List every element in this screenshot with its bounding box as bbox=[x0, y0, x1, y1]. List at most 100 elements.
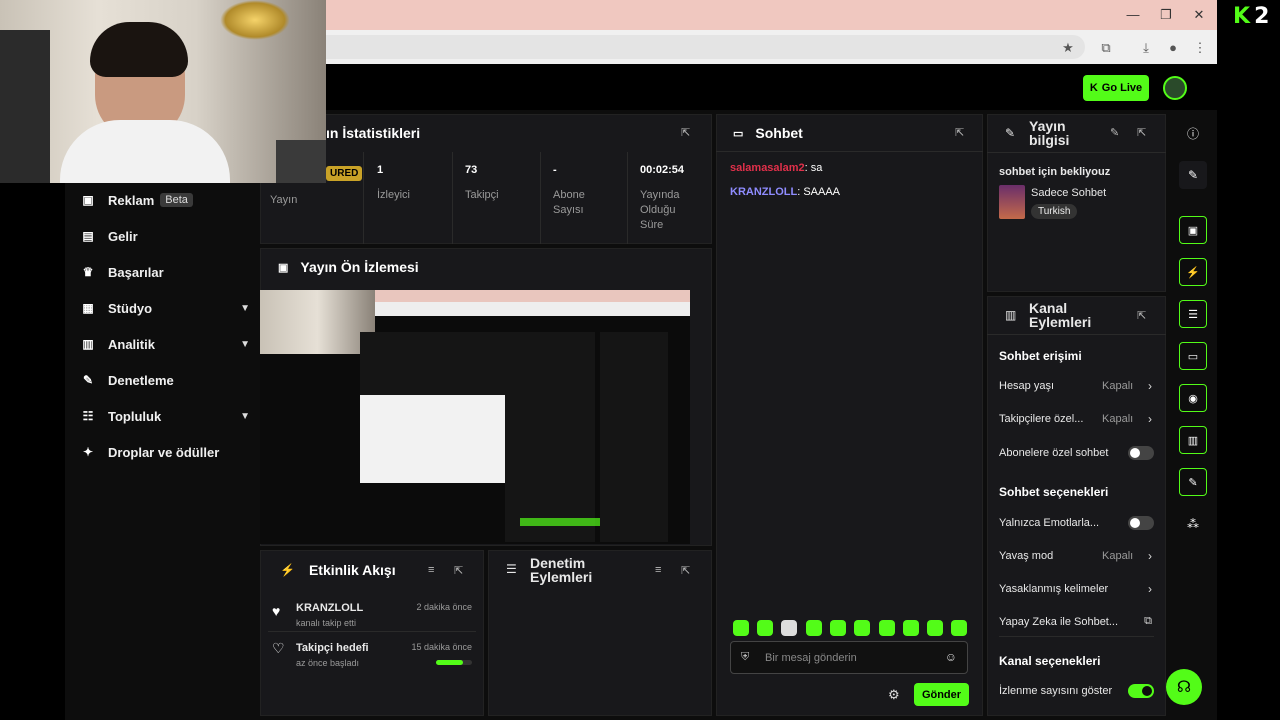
emote-icon[interactable] bbox=[879, 620, 895, 636]
filter-icon[interactable]: ≡ bbox=[428, 564, 434, 576]
divider bbox=[987, 152, 1166, 153]
popout-icon[interactable]: ⇱ bbox=[955, 126, 964, 139]
list-icon[interactable]: ☰ bbox=[1179, 300, 1207, 328]
profile-avatar-icon[interactable]: ● bbox=[1163, 38, 1183, 58]
stat-cell-subs: - Abone Sayısı bbox=[541, 152, 628, 244]
avatar[interactable] bbox=[1163, 76, 1187, 100]
bolt-icon: ⚡ bbox=[280, 563, 295, 577]
channel-actions-title: Kanal Eylemleri bbox=[1029, 300, 1092, 330]
emote-icon[interactable] bbox=[781, 620, 797, 636]
webcam-overlay bbox=[0, 0, 326, 183]
maximize-icon[interactable]: ❐ bbox=[1157, 6, 1175, 24]
sidebar-item-gelir[interactable]: ▤ Gelir bbox=[80, 224, 250, 248]
edit-icon[interactable]: ✎ bbox=[1179, 161, 1207, 189]
chevron-right-icon: › bbox=[1148, 379, 1152, 393]
minimize-icon[interactable]: — bbox=[1124, 6, 1142, 24]
close-icon[interactable]: ✕ bbox=[1190, 6, 1208, 24]
gift-icon: ✦ bbox=[82, 445, 94, 459]
stat-cell-viewers: 1 İzleyici bbox=[365, 152, 453, 244]
emote-only-toggle[interactable] bbox=[1128, 516, 1154, 530]
chat-icon: ▭ bbox=[733, 127, 744, 140]
goal-progress-bar bbox=[436, 660, 472, 665]
emote-icon[interactable] bbox=[854, 620, 870, 636]
emote-icon[interactable] bbox=[733, 620, 749, 636]
sidebar-item-analitik[interactable]: ▥ Analitik ▼ bbox=[80, 332, 250, 356]
sidebar-item-denetleme[interactable]: ✎ Denetleme bbox=[80, 368, 250, 392]
menu-kebab-icon[interactable]: ⋮ bbox=[1190, 38, 1210, 58]
extensions-icon[interactable]: ⧉ bbox=[1096, 38, 1116, 58]
popout-icon[interactable]: ⇱ bbox=[681, 126, 690, 139]
go-live-button[interactable]: K Go Live bbox=[1083, 75, 1149, 101]
wrench-icon[interactable]: ✎ bbox=[1179, 468, 1207, 496]
chevron-right-icon: › bbox=[1148, 412, 1152, 426]
list-icon: ☰ bbox=[506, 562, 517, 576]
list-item: ♡ Takipçi hedefi az önce başladı 15 daki… bbox=[272, 640, 472, 668]
sidebar-item-basarilar[interactable]: ♛ Başarılar bbox=[80, 260, 250, 284]
chat-icon[interactable]: ▭ bbox=[1179, 342, 1207, 370]
row-banned-words[interactable]: Yasaklanmış kelimeler › bbox=[999, 582, 1154, 599]
sub-only-label: Abonelere özel sohbet bbox=[999, 447, 1109, 459]
stream-info-title: Yayın bilgisi bbox=[1029, 118, 1070, 148]
edit-icon[interactable]: ✎ bbox=[1110, 126, 1119, 139]
info-icon[interactable]: ⓘ bbox=[1179, 119, 1207, 147]
chart-icon: ▥ bbox=[82, 337, 94, 351]
sidebar-item-reklam[interactable]: ▣ Reklam Beta bbox=[80, 188, 250, 212]
emote-icon[interactable] bbox=[951, 620, 967, 636]
row-slow-mode[interactable]: Yavaş mod Kapalı › bbox=[999, 549, 1154, 566]
sidebar-item-topluluk[interactable]: ☷ Topluluk ▼ bbox=[80, 404, 250, 428]
stat-label: Yayın bbox=[270, 194, 298, 206]
preview-widget-icon[interactable]: ▣ bbox=[1179, 216, 1207, 244]
wrench-icon: ✎ bbox=[82, 373, 94, 387]
emoji-icon[interactable]: ☺ bbox=[945, 650, 957, 664]
section-chat-options: Sohbet seçenekleri bbox=[999, 485, 1109, 499]
broadcast-icon[interactable]: ◉ bbox=[1179, 384, 1207, 412]
chevron-down-icon: ▼ bbox=[240, 302, 250, 314]
emote-icon[interactable] bbox=[903, 620, 919, 636]
emote-icon[interactable] bbox=[830, 620, 846, 636]
actions-icon: ▥ bbox=[1005, 308, 1017, 322]
viewer-count-toggle[interactable] bbox=[1128, 684, 1154, 698]
preview-header: ▣ Yayın Ön İzlemesi bbox=[278, 259, 419, 275]
stream-preview[interactable] bbox=[260, 290, 690, 544]
widgets-icon[interactable]: ⁂ bbox=[1179, 510, 1207, 538]
sidebar-item-studyo[interactable]: ▦ Stüdyo ▼ bbox=[80, 296, 250, 320]
beta-badge: Beta bbox=[160, 193, 193, 207]
bolt-icon[interactable]: ⚡ bbox=[1179, 258, 1207, 286]
row-account-age[interactable]: Hesap yaşı Kapalı › bbox=[999, 379, 1154, 396]
divider bbox=[987, 334, 1166, 335]
community-icon: ☷ bbox=[82, 409, 94, 423]
activity-header: ⚡ Etkinlik Akışı bbox=[280, 562, 396, 578]
emote-only-label: Yalnızca Emotlarla... bbox=[999, 517, 1100, 529]
emote-icon[interactable] bbox=[927, 620, 943, 636]
sub-only-toggle[interactable] bbox=[1128, 446, 1154, 460]
viewer-count-label: İzlenme sayısını göster bbox=[999, 685, 1113, 697]
category-name[interactable]: Sadece Sohbet bbox=[1031, 187, 1106, 199]
send-button[interactable]: Gönder bbox=[914, 683, 969, 706]
category-thumbnail[interactable] bbox=[999, 185, 1025, 219]
external-link-icon: ⧉ bbox=[1144, 615, 1152, 627]
chat-input[interactable]: ⛨ Bir mesaj gönderin ☺ bbox=[730, 641, 968, 674]
popout-icon[interactable]: ⇱ bbox=[1137, 126, 1146, 139]
filter-icon[interactable]: ≡ bbox=[655, 564, 661, 576]
popout-icon[interactable]: ⇱ bbox=[454, 564, 463, 577]
row-followers-only[interactable]: Takipçilere özel... Kapalı › bbox=[999, 412, 1154, 429]
chevron-down-icon: ▼ bbox=[240, 410, 250, 422]
support-button[interactable]: ☊ bbox=[1166, 669, 1202, 705]
download-icon[interactable]: ⤓ bbox=[1136, 38, 1156, 58]
stat-cell-uptime: 00:02:54 Yayında Olduğu Süre bbox=[640, 164, 685, 231]
popout-icon[interactable]: ⇱ bbox=[681, 564, 690, 577]
megaphone-icon: ▣ bbox=[82, 193, 94, 207]
gear-icon[interactable]: ⚙ bbox=[888, 687, 900, 703]
row-ai-chat[interactable]: Yapay Zeka ile Sohbet... ⧉ bbox=[999, 615, 1154, 637]
popout-icon[interactable]: ⇱ bbox=[1137, 309, 1146, 322]
emote-icon[interactable] bbox=[757, 620, 773, 636]
emote-icon[interactable] bbox=[806, 620, 822, 636]
chevron-down-icon: ▼ bbox=[240, 338, 250, 350]
chevron-right-icon: › bbox=[1148, 549, 1152, 563]
section-channel-options: Kanal seçenekleri bbox=[999, 654, 1101, 668]
actions-icon[interactable]: ▥ bbox=[1179, 426, 1207, 454]
trophy-icon: ♛ bbox=[82, 265, 94, 279]
star-icon[interactable]: ★ bbox=[1058, 38, 1078, 58]
chat-message: KRANZLOLL: SAAAA bbox=[730, 186, 841, 198]
sidebar-item-droplar[interactable]: ✦ Droplar ve ödüller bbox=[80, 440, 250, 464]
